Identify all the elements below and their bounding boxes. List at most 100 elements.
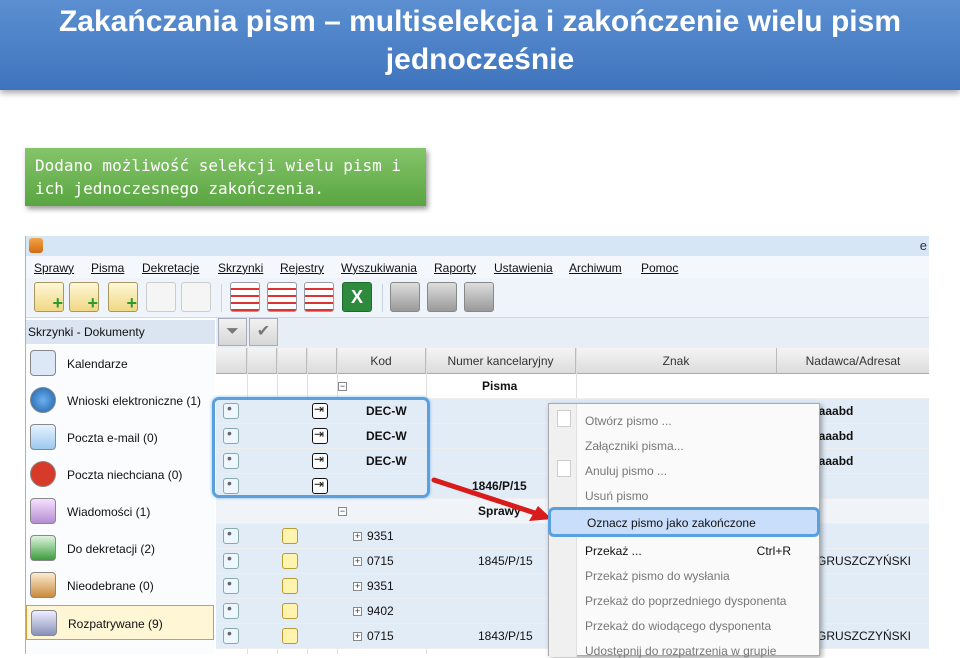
column-header-icon3[interactable] bbox=[277, 348, 307, 374]
cell-numer: 1845/P/15 bbox=[478, 554, 533, 568]
menu-rejestry[interactable]: Rejestry bbox=[280, 261, 324, 275]
menu-oznacz-zakonczone[interactable]: Oznacz pismo jako zakończone bbox=[548, 507, 820, 537]
collapse-icon[interactable]: − bbox=[338, 382, 347, 391]
cell-kod: 0715 bbox=[367, 554, 394, 568]
stop-icon bbox=[30, 461, 56, 487]
cell-adresat: GRUSZCZYŃSKI bbox=[817, 629, 912, 643]
title-bar-text: e bbox=[919, 238, 927, 253]
sidebar-item-do-dekretacji[interactable]: Do dekretacji (2) bbox=[26, 531, 214, 566]
column-header-icon4[interactable] bbox=[307, 348, 337, 374]
menu-przekaz[interactable]: Przekaż ... bbox=[585, 544, 642, 558]
menu-przekaz-poprzedni[interactable]: Przekaż do poprzedniego dysponenta bbox=[585, 594, 786, 608]
column-header-znak[interactable]: Znak bbox=[576, 348, 777, 374]
sidebar-item-wnioski[interactable]: Wnioski elektroniczne (1) bbox=[26, 383, 214, 418]
gear-icon bbox=[31, 610, 57, 636]
menu-archiwum[interactable]: Archiwum bbox=[569, 261, 622, 275]
feature-note: Dodano możliwość selekcji wielu pism i i… bbox=[25, 148, 426, 206]
shortcut-label: Ctrl+R bbox=[756, 544, 791, 558]
column-header-icon1[interactable] bbox=[216, 348, 247, 374]
sidebar-item-label: Wiadomości (1) bbox=[67, 505, 151, 519]
expand-icon[interactable]: + bbox=[353, 532, 362, 541]
expand-icon[interactable]: + bbox=[353, 557, 362, 566]
toolbar-separator bbox=[382, 284, 383, 312]
excel-icon[interactable]: X bbox=[342, 282, 372, 312]
sidebar-item-label: Rozpatrywane (9) bbox=[68, 617, 163, 631]
app-logo-icon bbox=[29, 238, 43, 253]
register-icon[interactable] bbox=[230, 282, 260, 312]
sidebar-item-poczta-niechciana[interactable]: Poczta niechciana (0) bbox=[26, 457, 214, 492]
group-row-pisma[interactable]: − Pisma bbox=[216, 374, 929, 399]
key-icon bbox=[282, 603, 298, 619]
register-export-icon[interactable] bbox=[304, 282, 334, 312]
bulb-icon bbox=[223, 550, 239, 569]
sidebar-item-label: Wnioski elektroniczne (1) bbox=[67, 394, 202, 408]
sidebar-item-nieodebrane[interactable]: Nieodebrane (0) bbox=[26, 568, 214, 603]
cell-kod: 9351 bbox=[367, 579, 394, 593]
menu-przekaz-do-wyslania[interactable]: Przekaż pismo do wysłania bbox=[585, 569, 730, 583]
menu-item-label: Oznacz pismo jako zakończone bbox=[587, 516, 756, 530]
menu-usun-pismo[interactable]: Usuń pismo bbox=[585, 489, 648, 503]
cell-kod: 9402 bbox=[367, 604, 394, 618]
column-header-icon2[interactable] bbox=[247, 348, 277, 374]
key-icon bbox=[282, 528, 298, 544]
binoculars-email-icon[interactable] bbox=[464, 282, 494, 312]
new-document-icon[interactable] bbox=[34, 282, 64, 314]
globe-icon bbox=[30, 387, 56, 413]
expand-icon[interactable]: + bbox=[353, 582, 362, 591]
key-icon bbox=[282, 628, 298, 644]
menu-przekaz-wiodacy[interactable]: Przekaż do wiodącego dysponenta bbox=[585, 619, 771, 633]
menu-pomoc[interactable]: Pomoc bbox=[641, 261, 678, 275]
menu-wyszukiwania[interactable]: Wyszukiwania bbox=[341, 261, 417, 275]
email-icon bbox=[30, 424, 56, 450]
folder-icon[interactable] bbox=[146, 282, 176, 312]
menu-zalaczniki-pisma[interactable]: Załączniki pisma... bbox=[585, 439, 684, 453]
cell-kod: 0715 bbox=[367, 629, 394, 643]
menu-bar: Sprawy Pisma Dekretacje Skrzynki Rejestr… bbox=[26, 256, 929, 278]
menu-otworz-pismo[interactable]: Otwórz pismo ... bbox=[585, 414, 672, 428]
cell-adresat: GRUSZCZYŃSKI bbox=[817, 554, 912, 568]
selection-highlight bbox=[212, 397, 430, 498]
bulb-icon bbox=[223, 525, 239, 544]
new-case-icon[interactable] bbox=[108, 282, 138, 314]
key-icon bbox=[282, 578, 298, 594]
collapse-icon[interactable]: − bbox=[338, 507, 347, 516]
sidebar-item-label: Poczta niechciana (0) bbox=[67, 468, 183, 482]
menu-anuluj-pismo[interactable]: Anuluj pismo ... bbox=[585, 464, 667, 478]
edit-icon[interactable] bbox=[181, 282, 211, 312]
tree-icon bbox=[30, 535, 56, 561]
sidebar-item-rozpatrywane[interactable]: Rozpatrywane (9) bbox=[26, 605, 214, 640]
toolbar: X bbox=[26, 278, 929, 318]
binoculars-folder-icon[interactable] bbox=[427, 282, 457, 312]
sidebar-item-kalendarze[interactable]: Kalendarze bbox=[26, 346, 214, 381]
new-letter-icon[interactable] bbox=[69, 282, 99, 314]
title-bar: e bbox=[26, 236, 929, 256]
toolbar-separator bbox=[221, 284, 222, 312]
sidebar-header: Skrzynki - Dokumenty bbox=[26, 320, 215, 344]
sidebar-item-label: Poczta e-mail (0) bbox=[67, 431, 158, 445]
checkmark-icon[interactable]: ✔ bbox=[249, 318, 278, 346]
column-header-numer[interactable]: Numer kancelaryjny bbox=[426, 348, 576, 374]
cell-kod: 9351 bbox=[367, 529, 394, 543]
register-refresh-icon[interactable] bbox=[267, 282, 297, 312]
menu-sprawy[interactable]: Sprawy bbox=[34, 261, 74, 275]
cell-numer: 1843/P/15 bbox=[478, 629, 533, 643]
column-header-kod[interactable]: Kod bbox=[337, 348, 426, 374]
menu-skrzynki[interactable]: Skrzynki bbox=[218, 261, 263, 275]
menu-raporty[interactable]: Raporty bbox=[434, 261, 476, 275]
pointer-arrow bbox=[431, 477, 552, 521]
bulb-icon bbox=[223, 625, 239, 644]
bulb-icon bbox=[223, 575, 239, 594]
expand-icon[interactable]: + bbox=[353, 632, 362, 641]
menu-ustawienia[interactable]: Ustawienia bbox=[494, 261, 553, 275]
sidebar-item-wiadomosci[interactable]: Wiadomości (1) bbox=[26, 494, 214, 529]
menu-dekretacje[interactable]: Dekretacje bbox=[142, 261, 199, 275]
sidebar-item-poczta-email[interactable]: Poczta e-mail (0) bbox=[26, 420, 214, 455]
open-document-icon bbox=[557, 410, 571, 427]
binoculars-icon[interactable] bbox=[390, 282, 420, 312]
package-icon bbox=[30, 572, 56, 598]
menu-pisma[interactable]: Pisma bbox=[91, 261, 124, 275]
expand-icon[interactable]: + bbox=[353, 607, 362, 616]
column-header-nadawca[interactable]: Nadawca/Adresat bbox=[777, 348, 929, 374]
filter-bar: ⏷ ✔ bbox=[216, 318, 929, 348]
filter-icon[interactable]: ⏷ bbox=[218, 318, 247, 346]
